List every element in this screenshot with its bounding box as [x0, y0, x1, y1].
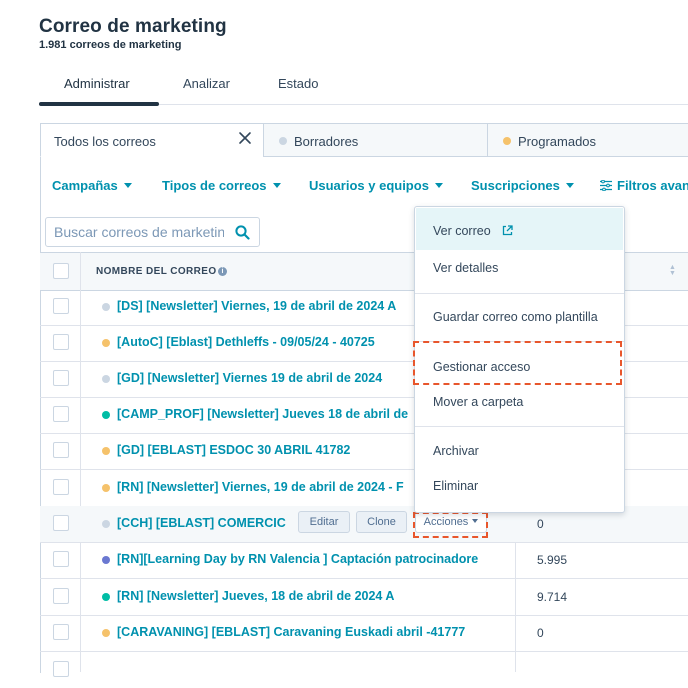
chevron-down-icon	[565, 183, 574, 188]
view-tab-scheduled[interactable]: Programados	[487, 123, 688, 157]
row-checkbox[interactable]	[53, 624, 69, 640]
status-dot	[279, 137, 287, 145]
row-checkbox[interactable]	[53, 661, 69, 677]
email-name-link[interactable]: [RN][Learning Day by RN Valencia ] Capta…	[117, 552, 478, 566]
row-checkbox[interactable]	[53, 298, 69, 314]
email-name-link[interactable]: [CARAVANING] [EBLAST] Caravaning Euskadi…	[117, 625, 465, 639]
table-row[interactable]: [RN][Learning Day by RN Valencia ] Capta…	[40, 542, 688, 579]
select-all-checkbox[interactable]	[53, 263, 69, 279]
menu-item-move-folder[interactable]: Mover a carpeta	[433, 395, 523, 409]
chevron-down-icon	[123, 183, 132, 188]
status-dot	[102, 339, 110, 347]
row-checkbox[interactable]	[53, 588, 69, 604]
email-name-link[interactable]: [RN] [Newsletter] Viernes, 19 de abril d…	[117, 480, 404, 494]
status-dot	[102, 303, 110, 311]
chevron-down-icon	[272, 183, 281, 188]
advanced-filters-button[interactable]: Filtros avan	[600, 178, 688, 193]
filter-email-types[interactable]: Tipos de correos	[162, 178, 281, 193]
view-tab-drafts[interactable]: Borradores	[263, 123, 488, 157]
active-tab-indicator	[39, 102, 159, 106]
highlight-manage-access	[413, 341, 622, 385]
filter-campaigns[interactable]: Campañas	[52, 178, 132, 193]
status-dot	[102, 556, 110, 564]
menu-item-save-template[interactable]: Guardar correo como plantilla	[433, 310, 598, 324]
table-row[interactable]: [RN] [Newsletter] Jueves, 18 de abril de…	[40, 579, 688, 616]
close-icon[interactable]	[238, 131, 252, 145]
menu-item-delete[interactable]: Eliminar	[433, 479, 478, 493]
menu-item-archive[interactable]: Archivar	[433, 444, 479, 458]
email-name-link[interactable]: [GD] [Newsletter] Viernes 19 de abril de…	[117, 371, 382, 385]
column-header-name[interactable]: NOMBRE DEL CORREO	[96, 266, 217, 277]
status-dot	[102, 447, 110, 455]
status-dot	[102, 411, 110, 419]
row-value: 5.995	[537, 553, 568, 567]
tab-administrar[interactable]: Administrar	[64, 76, 130, 91]
external-link-icon	[503, 225, 513, 236]
info-icon[interactable]: i	[218, 267, 227, 276]
row-value: 9.714	[537, 590, 568, 604]
status-dot	[102, 484, 110, 492]
row-checkbox[interactable]	[53, 334, 69, 350]
search-icon[interactable]	[235, 225, 250, 245]
clone-button[interactable]: Clone	[356, 511, 407, 533]
email-name-link[interactable]: [DS] [Newsletter] Viernes, 19 de abril d…	[117, 299, 396, 313]
view-tab-label: Programados	[518, 134, 597, 149]
sort-icon[interactable]: ▲ ▼	[669, 264, 676, 277]
edit-button[interactable]: Editar	[298, 511, 350, 533]
search-box[interactable]	[45, 217, 260, 247]
status-dot	[102, 375, 110, 383]
filter-bar: Campañas Tipos de correos Usuarios y equ…	[40, 157, 688, 213]
menu-divider	[415, 293, 624, 294]
status-dot	[102, 593, 110, 601]
filter-icon	[600, 179, 612, 192]
page-title: Correo de marketing	[39, 16, 227, 37]
row-value: 0	[537, 626, 544, 640]
status-dot	[102, 629, 110, 637]
row-value: 0	[537, 517, 544, 531]
menu-divider	[415, 426, 624, 427]
status-dot	[503, 137, 511, 145]
email-name-link[interactable]: [CAMP_PROF] [Newsletter] Jueves 18 de ab…	[117, 407, 408, 421]
row-checkbox[interactable]	[53, 479, 69, 495]
email-count: 1.981 correos de marketing	[39, 39, 182, 51]
tab-estado[interactable]: Estado	[278, 76, 318, 91]
view-tab-label: Borradores	[294, 134, 359, 149]
row-checkbox[interactable]	[53, 442, 69, 458]
tab-analizar[interactable]: Analizar	[183, 76, 230, 91]
search-input[interactable]	[54, 224, 224, 240]
row-checkbox[interactable]	[53, 406, 69, 422]
table-row[interactable]: [CARAVANING] [EBLAST] Caravaning Euskadi…	[40, 615, 688, 652]
filter-subscriptions[interactable]: Suscripciones	[471, 178, 574, 193]
view-tab-all-emails[interactable]: Todos los correos	[40, 123, 264, 157]
row-checkbox[interactable]	[53, 515, 69, 531]
email-name-link[interactable]: [GD] [EBLAST] ESDOC 30 ABRIL 41782	[117, 443, 350, 457]
status-dot	[102, 520, 110, 528]
view-tab-label: Todos los correos	[54, 134, 156, 149]
email-name-link[interactable]: [CCH] [EBLAST] COMERCIC	[117, 516, 286, 530]
email-name-link[interactable]: [AutoC] [Eblast] Dethleffs - 09/05/24 - …	[117, 335, 375, 349]
highlight-actions-button	[413, 512, 488, 538]
email-name-link[interactable]: [RN] [Newsletter] Jueves, 18 de abril de…	[117, 589, 394, 603]
table-row-partial[interactable]	[40, 652, 688, 688]
menu-item-view-details[interactable]: Ver detalles	[433, 261, 498, 275]
filter-users-teams[interactable]: Usuarios y equipos	[309, 178, 443, 193]
chevron-down-icon	[434, 183, 443, 188]
row-checkbox[interactable]	[53, 551, 69, 567]
menu-item-view-email[interactable]: Ver correo	[433, 224, 513, 238]
row-checkbox[interactable]	[53, 370, 69, 386]
